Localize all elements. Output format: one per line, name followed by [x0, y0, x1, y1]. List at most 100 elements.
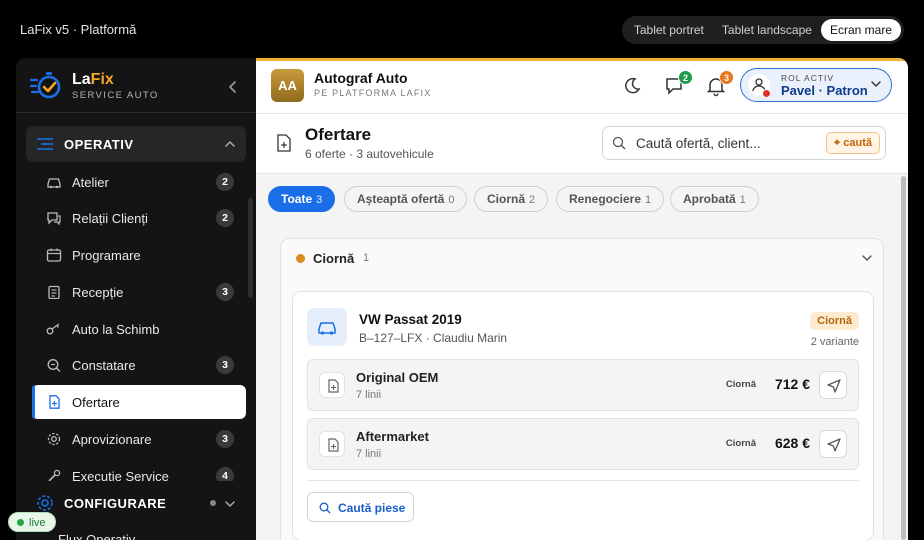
tab-aprobata[interactable]: Aprobată 1 [670, 186, 759, 212]
tab-count: 1 [645, 194, 652, 206]
search-icon [612, 136, 626, 150]
key-icon [46, 323, 60, 335]
offer-variant-row[interactable]: Original OEM 7 linii Ciornă 712 € [307, 359, 859, 411]
wrench-icon [48, 469, 61, 481]
role-name: Pavel · Patron [781, 83, 868, 98]
main-scrollbar[interactable] [901, 176, 906, 540]
sidebar-item-label: Constatare [72, 358, 136, 373]
variant-lines: 7 linii [356, 448, 382, 460]
offer-group-ciorna: Ciornă 1 VW Passat 2019 B–127–LFX · Clau… [280, 238, 884, 540]
status-badge: Ciornă [810, 312, 859, 330]
active-role-selector[interactable]: ROL ACTIV Pavel · Patron [740, 68, 892, 102]
org-avatar: AA [271, 69, 304, 102]
tab-count: 0 [448, 194, 455, 206]
send-offer-button[interactable] [819, 371, 847, 399]
offer-group-header[interactable]: Ciornă 1 [281, 239, 883, 279]
tab-ciorna[interactable]: Ciornă 2 [474, 186, 549, 212]
tab-count: 1 [739, 194, 746, 206]
variants-count: 2 variante [810, 336, 859, 348]
variant-name: Aftermarket [356, 429, 429, 444]
car-outline-icon [47, 178, 61, 189]
sidebar-item-aprovizionare[interactable]: Aprovizionare 3 [32, 422, 246, 456]
sidebar-item-receptie[interactable]: Recepție 3 [32, 275, 246, 309]
presence-dot [762, 89, 771, 98]
sidebar-item-label: Recepție [72, 285, 124, 300]
offer-variant-row[interactable]: Aftermarket 7 linii Ciornă 628 € [307, 418, 859, 470]
sidebar-item-label: Relații Clienți [72, 211, 148, 226]
variant-price: 712 € [774, 376, 810, 392]
nav-group-operativ[interactable]: OPERATIV [26, 126, 246, 162]
moon-icon[interactable] [620, 74, 644, 98]
sidebar-item-label: Ofertare [72, 395, 120, 410]
messages-button[interactable]: 2 [663, 70, 693, 98]
offer-group-title: Ciornă [313, 251, 355, 266]
count-badge: 2 [216, 173, 234, 191]
nav-group-label: OPERATIV [64, 137, 134, 152]
nav-group-label: CONFIGURARE [64, 496, 167, 511]
tab-renegociere[interactable]: Renegociere 1 [556, 186, 665, 212]
clipboard-icon [48, 285, 60, 299]
brand-name: LaFix [72, 71, 114, 89]
view-mode-large-screen[interactable]: Ecran mare [820, 19, 901, 41]
org-header: AA Autograf Auto PE PLATFORMA LAFIX 2 3 [256, 58, 908, 114]
chevron-down-icon [225, 501, 235, 508]
sidebar-item-atelier[interactable]: Atelier 2 [32, 165, 246, 199]
send-offer-button[interactable] [819, 430, 847, 458]
tab-label: Toate [281, 192, 313, 206]
vehicle-thumbnail [307, 308, 347, 346]
search-button[interactable]: ⌖ caută [826, 132, 880, 154]
sidebar-scrollbar[interactable] [248, 198, 253, 298]
count-badge: 3 [216, 283, 234, 301]
sidebar-item-executie-service[interactable]: Execuție Service 4 [32, 459, 246, 481]
brand-name-suffix: Fix [90, 71, 114, 88]
chevron-down-icon [871, 81, 881, 88]
search-parts-label: Caută piese [338, 501, 406, 515]
list-icon [37, 138, 53, 150]
collapse-sidebar-icon[interactable] [226, 78, 240, 96]
count-badge: 4 [216, 467, 234, 481]
view-mode-switch: Tablet portret Tablet landscape Ecran ma… [621, 16, 904, 44]
sidebar-item-label: Auto la Schimb [72, 322, 160, 337]
top-bar: LaFix v5 · Platformă Tablet portret Tabl… [0, 0, 924, 58]
notifications-button[interactable]: 3 [704, 70, 734, 98]
app-title: LaFix v5 · Platformă [20, 22, 137, 37]
tab-label: Renegociere [569, 192, 642, 206]
document-icon [319, 431, 345, 457]
view-mode-tablet-landscape[interactable]: Tablet landscape [713, 19, 821, 41]
messages-badge: 2 [678, 70, 693, 85]
live-status-badge: live [8, 512, 56, 532]
sidebar-item-flux-operativ[interactable]: Flux Operativ [58, 532, 135, 540]
tab-label: Ciornă [487, 192, 526, 206]
variant-status: Ciornă [725, 379, 756, 390]
tab-label: Așteaptă ofertă [357, 192, 445, 206]
calendar-icon [46, 248, 62, 262]
variant-lines: 7 linii [356, 389, 382, 401]
chevron-up-icon [225, 140, 235, 147]
send-icon [827, 438, 841, 452]
view-mode-tablet-portrait[interactable]: Tablet portret [625, 19, 713, 41]
sidebar-item-ofertare[interactable]: Ofertare [32, 385, 246, 419]
sidebar-item-auto-la-schimb[interactable]: Auto la Schimb [32, 312, 246, 346]
sidebar: LaFix SERVICE AUTO OPERATIV Atelier 2 Re… [16, 58, 256, 540]
stopwatch-logo-icon [30, 72, 61, 99]
tab-toate[interactable]: Toate 3 [268, 186, 336, 212]
chat-icon [47, 212, 61, 225]
count-badge: 2 [216, 209, 234, 227]
sidebar-item-label: Aprovizionare [72, 432, 152, 447]
sidebar-divider [16, 112, 256, 113]
offer-card[interactable]: VW Passat 2019 B–127–LFX · Claudiu Marin… [292, 291, 874, 540]
sidebar-item-programare[interactable]: Programare [32, 238, 246, 272]
search-parts-button[interactable]: Caută piese [307, 492, 414, 522]
search-input[interactable]: Caută ofertă, client... ⌖ caută [602, 126, 886, 160]
tab-asteapta-oferta[interactable]: Așteaptă ofertă 0 [344, 186, 468, 212]
role-label: ROL ACTIV [781, 73, 835, 83]
sidebar-item-relatii-clienti[interactable]: Relații Clienți 2 [32, 201, 246, 235]
count-badge: 3 [216, 430, 234, 448]
car-icon [318, 322, 336, 335]
sidebar-item-constatare[interactable]: Constatare 3 [32, 348, 246, 382]
brand-subtitle: SERVICE AUTO [72, 90, 159, 101]
tab-count: 2 [529, 194, 536, 206]
chevron-down-icon [862, 255, 872, 261]
sidebar-item-label: Atelier [72, 175, 109, 190]
nav-group-configurare[interactable]: CONFIGURARE [26, 488, 246, 518]
